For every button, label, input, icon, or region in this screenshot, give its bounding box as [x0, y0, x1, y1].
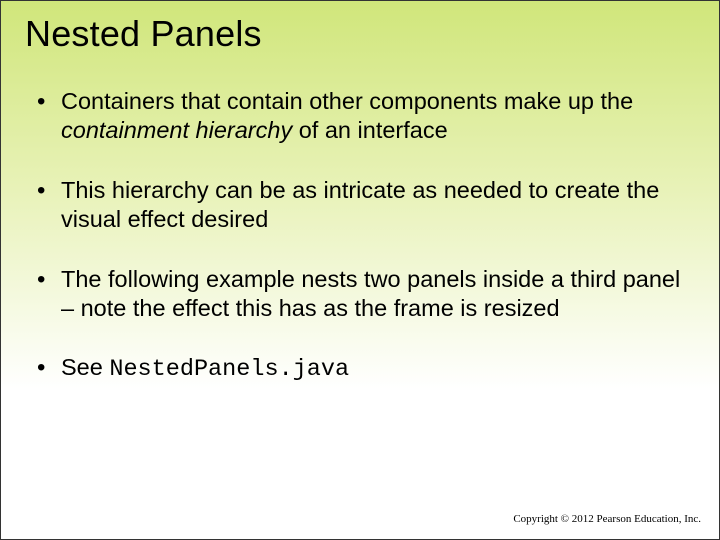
bullet-text-emphasis: containment hierarchy	[61, 117, 292, 143]
bullet-item: This hierarchy can be as intricate as ne…	[33, 176, 695, 235]
bullet-text: of an interface	[292, 117, 447, 143]
bullet-text-code: NestedPanels.java	[109, 356, 349, 383]
slide-title: Nested Panels	[25, 13, 695, 55]
bullet-item: The following example nests two panels i…	[33, 265, 695, 324]
bullet-list: Containers that contain other components…	[25, 87, 695, 385]
bullet-item: See NestedPanels.java	[33, 353, 695, 384]
bullet-text: This hierarchy can be as intricate as ne…	[61, 177, 659, 232]
bullet-text: The following example nests two panels i…	[61, 266, 680, 321]
bullet-text: Containers that contain other components…	[61, 88, 633, 114]
slide: Nested Panels Containers that contain ot…	[1, 1, 719, 385]
bullet-text: See	[61, 354, 109, 380]
copyright-footer: Copyright © 2012 Pearson Education, Inc.	[513, 513, 701, 525]
bullet-item: Containers that contain other components…	[33, 87, 695, 146]
